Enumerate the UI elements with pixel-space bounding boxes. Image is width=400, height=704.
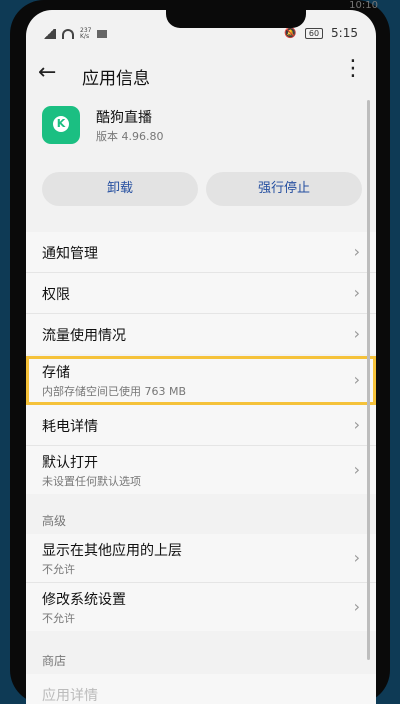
- list-item-notifications[interactable]: 通知管理 ›: [26, 232, 376, 273]
- more-options-icon[interactable]: ⋮: [342, 58, 364, 80]
- image-icon: [97, 30, 108, 38]
- list-item-display-over-apps[interactable]: 显示在其他应用的上层 不允许 ›: [26, 534, 376, 583]
- app-logo-letter: K: [53, 116, 69, 132]
- app-bar: ← 应用信息 ⋮: [26, 52, 376, 96]
- list-item-modify-system-settings[interactable]: 修改系统设置 不允许 ›: [26, 583, 376, 631]
- settings-group-store: 应用详情: [26, 674, 376, 704]
- status-time: 5:15: [331, 26, 358, 40]
- back-arrow-icon[interactable]: ←: [38, 60, 56, 85]
- screen: 237 K/s 🔕 60 5:15 ← 应用信息 ⋮ K 酷狗直播 版本 4.9…: [26, 10, 376, 704]
- list-item-label: 流量使用情况: [42, 328, 126, 344]
- list-item-label: 耗电详情: [42, 419, 98, 435]
- app-name: 酷狗直播: [96, 110, 152, 126]
- list-item-label: 应用详情: [42, 688, 98, 704]
- battery-indicator: 60: [304, 27, 324, 39]
- chevron-right-icon: ›: [353, 242, 360, 261]
- app-icon: K: [42, 106, 80, 144]
- settings-group-2: 存储 内部存储空间已使用 763 MB › 耗电详情 › 默认打开 未设置任何默…: [26, 356, 376, 494]
- chevron-right-icon: ›: [353, 283, 360, 302]
- chevron-right-icon: ›: [353, 597, 360, 616]
- network-speed: 237 K/s: [80, 27, 92, 40]
- list-item-data-usage[interactable]: 流量使用情况 ›: [26, 314, 376, 354]
- list-item-sub: 未设置任何默认选项: [42, 475, 141, 488]
- list-item-label: 显示在其他应用的上层: [42, 543, 182, 559]
- list-item-storage[interactable]: 存储 内部存储空间已使用 763 MB ›: [26, 356, 376, 405]
- list-item-label: 权限: [42, 287, 70, 303]
- uninstall-button[interactable]: 卸载: [42, 172, 198, 206]
- list-item-battery-details[interactable]: 耗电详情 ›: [26, 405, 376, 446]
- list-item-label: 存储: [42, 365, 70, 381]
- corner-time: 10:10: [349, 0, 378, 11]
- list-item-sub: 不允许: [42, 612, 75, 625]
- chevron-right-icon: ›: [353, 370, 360, 389]
- settings-group-1: 通知管理 › 权限 › 流量使用情况 ›: [26, 232, 376, 354]
- mute-bell-icon: 🔕: [284, 27, 297, 39]
- section-title-advanced: 高级: [42, 514, 67, 528]
- chevron-right-icon: ›: [353, 548, 360, 567]
- section-title-store: 商店: [42, 654, 67, 668]
- list-item-permissions[interactable]: 权限 ›: [26, 273, 376, 314]
- scrollbar[interactable]: [367, 100, 370, 660]
- app-version: 版本 4.96.80: [96, 130, 164, 143]
- chevron-right-icon: ›: [353, 324, 360, 343]
- chevron-right-icon: ›: [353, 415, 360, 434]
- list-item-label: 修改系统设置: [42, 592, 126, 608]
- force-stop-button[interactable]: 强行停止: [206, 172, 362, 206]
- storage-usage: 内部存储空间已使用 763 MB: [42, 385, 187, 398]
- page-title: 应用信息: [82, 69, 150, 89]
- list-item-app-details[interactable]: 应用详情: [26, 674, 376, 704]
- signal-icon: [42, 29, 56, 39]
- list-item-label: 通知管理: [42, 246, 98, 262]
- chevron-right-icon: ›: [353, 460, 360, 479]
- list-item-open-by-default[interactable]: 默认打开 未设置任何默认选项 ›: [26, 446, 376, 494]
- notch: [166, 10, 306, 28]
- list-item-label: 默认打开: [42, 455, 98, 471]
- settings-group-advanced: 显示在其他应用的上层 不允许 › 修改系统设置 不允许 ›: [26, 534, 376, 631]
- wifi-icon: [62, 29, 74, 39]
- list-item-sub: 不允许: [42, 563, 75, 576]
